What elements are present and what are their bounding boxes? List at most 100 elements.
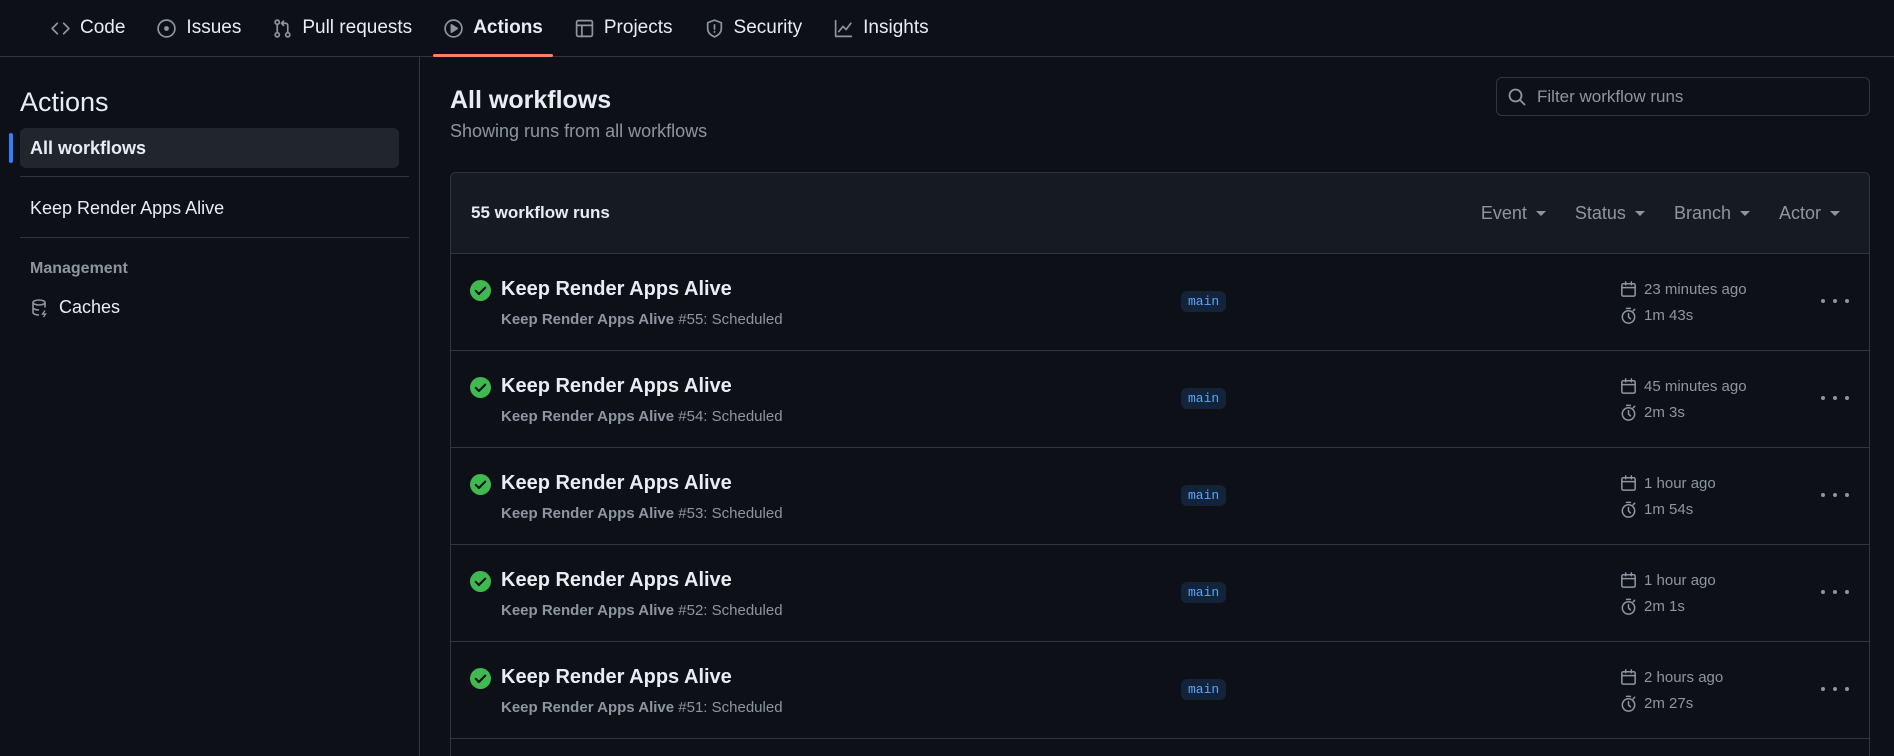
workflow-run-row[interactable]: Keep Render Apps Alive Keep Render Apps … <box>451 351 1869 448</box>
page-title: All workflows <box>450 86 612 114</box>
more-options-button[interactable] <box>1821 485 1849 505</box>
sidebar-item-label: All workflows <box>30 138 147 158</box>
run-workflow-name: Keep Render Apps Alive <box>501 699 675 716</box>
run-timestamp: 1 hour ago <box>1619 571 1716 590</box>
check-circle-icon <box>470 571 491 592</box>
stopwatch-icon <box>1621 307 1636 324</box>
sidebar-title: Actions <box>20 87 109 117</box>
run-when-text: 2 hours ago <box>1644 669 1724 686</box>
run-duration: 2m 1s <box>1619 597 1685 616</box>
sidebar-item-caches[interactable]: Caches <box>30 297 120 318</box>
run-duration: 2m 3s <box>1619 403 1685 422</box>
check-circle-icon <box>470 280 491 301</box>
branch-badge[interactable]: main <box>1181 679 1227 700</box>
tab-code[interactable]: Code <box>40 0 135 56</box>
caret-down-icon <box>1830 211 1840 216</box>
more-options-button[interactable] <box>1821 388 1849 408</box>
run-filters: Event Status Branch Actor <box>1481 173 1869 254</box>
run-duration: 1m 43s <box>1619 306 1693 325</box>
run-duration-text: 2m 3s <box>1644 404 1685 421</box>
workflow-run-row[interactable]: Keep Render Apps Alive Keep Render Apps … <box>451 642 1869 739</box>
actor-filter-button[interactable]: Actor <box>1779 203 1840 224</box>
runs-header: 55 workflow runs Event Status Branch Act… <box>451 173 1869 254</box>
workflow-runs-list: 55 workflow runs Event Status Branch Act… <box>450 172 1870 756</box>
calendar-icon <box>1621 281 1636 297</box>
workflow-run-row[interactable]: Keep Render Apps Alive Keep Render Apps … <box>451 254 1869 351</box>
calendar-icon <box>1621 475 1636 491</box>
sidebar-item-workflow[interactable]: Keep Render Apps Alive <box>30 198 224 219</box>
filter-label: Event <box>1480 203 1527 223</box>
check-circle-icon <box>470 474 491 495</box>
run-duration-text: 2m 1s <box>1644 598 1685 615</box>
filter-label: Actor <box>1778 203 1821 223</box>
run-meta: Keep Render Apps Alive #52: Scheduled <box>501 602 783 619</box>
calendar-icon <box>1621 669 1636 685</box>
stopwatch-icon <box>1621 404 1636 421</box>
tab-security[interactable]: Security <box>694 0 813 56</box>
branch-badge[interactable]: main <box>1181 291 1227 312</box>
sidebar-divider <box>20 176 409 177</box>
more-options-button[interactable] <box>1821 679 1849 699</box>
caret-down-icon <box>1739 211 1750 216</box>
tab-insights[interactable]: Insights <box>823 0 938 56</box>
search-icon <box>1508 88 1526 105</box>
run-workflow-name: Keep Render Apps Alive <box>501 311 675 328</box>
sidebar-item-all-workflows[interactable]: All workflows <box>9 128 399 168</box>
run-timestamp: 2 hours ago <box>1619 668 1723 687</box>
run-meta: Keep Render Apps Alive #51: Scheduled <box>501 699 783 716</box>
tab-label: Actions <box>473 17 543 38</box>
tab-projects[interactable]: Projects <box>564 0 683 56</box>
run-workflow-name: Keep Render Apps Alive <box>501 602 675 619</box>
stopwatch-icon <box>1621 598 1636 615</box>
run-when-text: 23 minutes ago <box>1644 281 1747 298</box>
status-filter-button[interactable]: Status <box>1575 203 1645 224</box>
workflow-run-row[interactable]: Keep Render Apps Alive Keep Render Apps … <box>451 448 1869 545</box>
run-detail: #52: Scheduled <box>674 602 783 619</box>
workflow-run-row[interactable]: Keep Render Apps Alive Keep Render Apps … <box>451 545 1869 642</box>
run-duration-text: 1m 54s <box>1644 501 1694 518</box>
branch-badge[interactable]: main <box>1181 388 1227 409</box>
code-icon <box>51 21 70 35</box>
shield-icon <box>706 18 722 38</box>
run-timestamp: 1 hour ago <box>1619 474 1716 493</box>
page-subtitle: Showing runs from all workflows <box>450 121 708 141</box>
calendar-icon <box>1621 378 1636 394</box>
branch-filter-button[interactable]: Branch <box>1674 203 1750 224</box>
run-title-link[interactable]: Keep Render Apps Alive <box>501 569 732 592</box>
more-options-button[interactable] <box>1821 291 1849 311</box>
tab-label: Insights <box>863 17 929 38</box>
more-options-button[interactable] <box>1821 582 1849 602</box>
stopwatch-icon <box>1621 695 1636 712</box>
filter-runs-input[interactable] <box>1537 86 1857 107</box>
run-when-text: 1 hour ago <box>1644 572 1716 589</box>
run-meta: Keep Render Apps Alive #53: Scheduled <box>501 505 783 522</box>
tab-label: Pull requests <box>302 17 413 38</box>
tab-issues[interactable]: Issues <box>146 0 251 56</box>
run-title-link[interactable]: Keep Render Apps Alive <box>501 278 732 301</box>
filter-label: Status <box>1574 203 1626 223</box>
check-circle-icon <box>470 668 491 689</box>
check-circle-icon <box>470 377 491 398</box>
run-meta: Keep Render Apps Alive #54: Scheduled <box>501 408 783 425</box>
pull-request-icon <box>274 18 292 38</box>
runs-count: 55 workflow runs <box>471 203 610 222</box>
event-filter-button[interactable]: Event <box>1481 203 1546 224</box>
issue-icon <box>157 18 177 38</box>
run-timestamp: 45 minutes ago <box>1619 377 1747 396</box>
run-duration: 2m 27s <box>1619 694 1693 713</box>
run-title-link[interactable]: Keep Render Apps Alive <box>501 375 732 398</box>
branch-badge[interactable]: main <box>1181 485 1227 506</box>
tab-actions[interactable]: Actions <box>433 0 553 57</box>
filter-label: Branch <box>1673 203 1731 223</box>
tab-pull-requests[interactable]: Pull requests <box>262 0 422 56</box>
run-title-link[interactable]: Keep Render Apps Alive <box>501 666 732 689</box>
sidebar-heading-management: Management <box>30 260 128 277</box>
run-title-link[interactable]: Keep Render Apps Alive <box>501 472 732 495</box>
run-detail: #55: Scheduled <box>674 311 783 328</box>
branch-badge[interactable]: main <box>1181 582 1227 603</box>
repo-nav: Code Issues Pull requests Actions Projec… <box>0 0 1894 57</box>
play-icon <box>444 18 463 38</box>
tab-label: Code <box>80 17 126 38</box>
run-detail: #53: Scheduled <box>674 505 783 522</box>
run-when-text: 1 hour ago <box>1644 475 1716 492</box>
